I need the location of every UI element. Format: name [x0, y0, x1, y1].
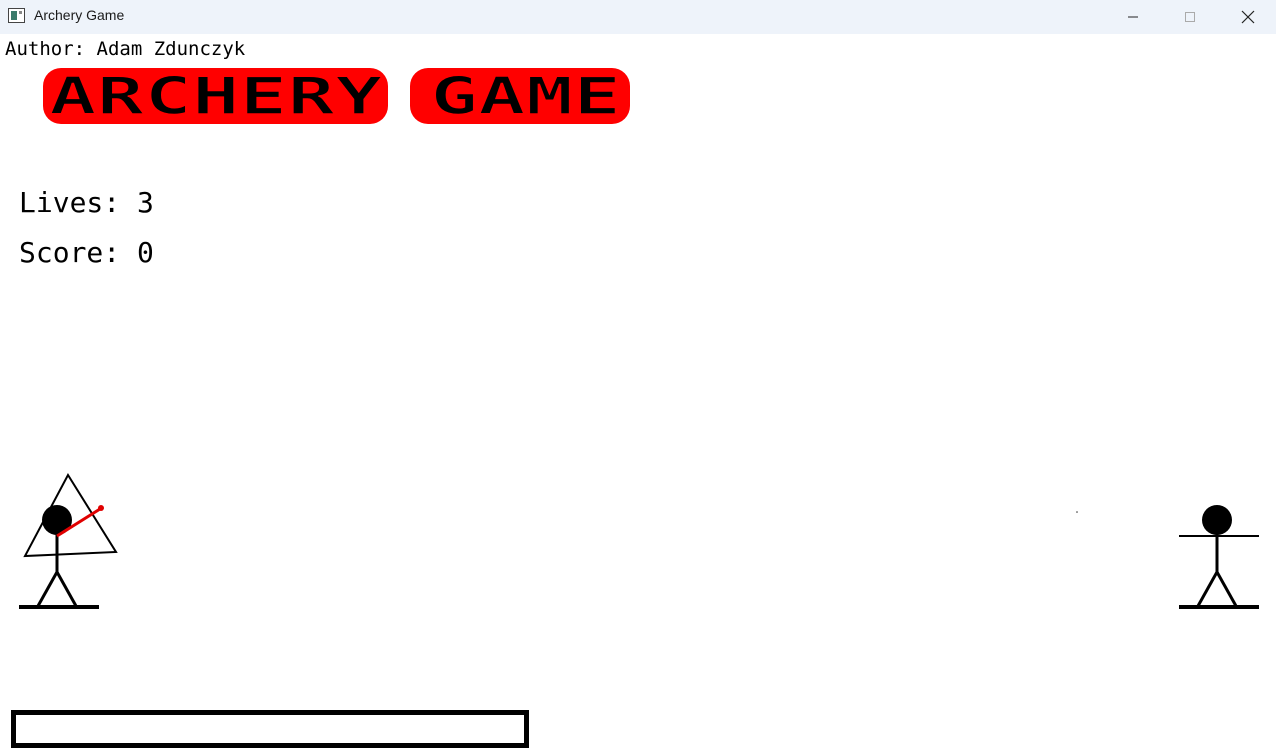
- power-meter: [11, 710, 529, 748]
- enemy-head: [1202, 505, 1232, 535]
- maximize-button[interactable]: [1161, 0, 1219, 34]
- play-field: [19, 472, 1259, 609]
- minimize-button[interactable]: [1104, 0, 1162, 34]
- window-title: Archery Game: [34, 7, 125, 23]
- app-icon: [8, 8, 25, 23]
- game-canvas[interactable]: Author: Adam Zdunczyk ARCHERY GAME Lives…: [0, 34, 1276, 753]
- projectile-speck: [1076, 511, 1078, 513]
- game-window: Archery Game Author: Adam Zdunczyk ARCHE…: [0, 0, 1276, 753]
- player-right-leg: [55, 571, 78, 607]
- enemy-right-leg: [1215, 571, 1238, 607]
- title-bar[interactable]: Archery Game: [0, 0, 1276, 34]
- close-icon: [1241, 10, 1255, 24]
- enemy-target: [1179, 505, 1259, 609]
- maximize-icon: [1185, 12, 1195, 22]
- player-left-leg: [36, 571, 59, 607]
- player-archer[interactable]: [19, 472, 118, 609]
- minimize-icon: [1128, 16, 1138, 18]
- arrow-tip: [98, 505, 104, 511]
- close-button[interactable]: [1219, 0, 1276, 34]
- enemy-left-leg: [1196, 571, 1219, 607]
